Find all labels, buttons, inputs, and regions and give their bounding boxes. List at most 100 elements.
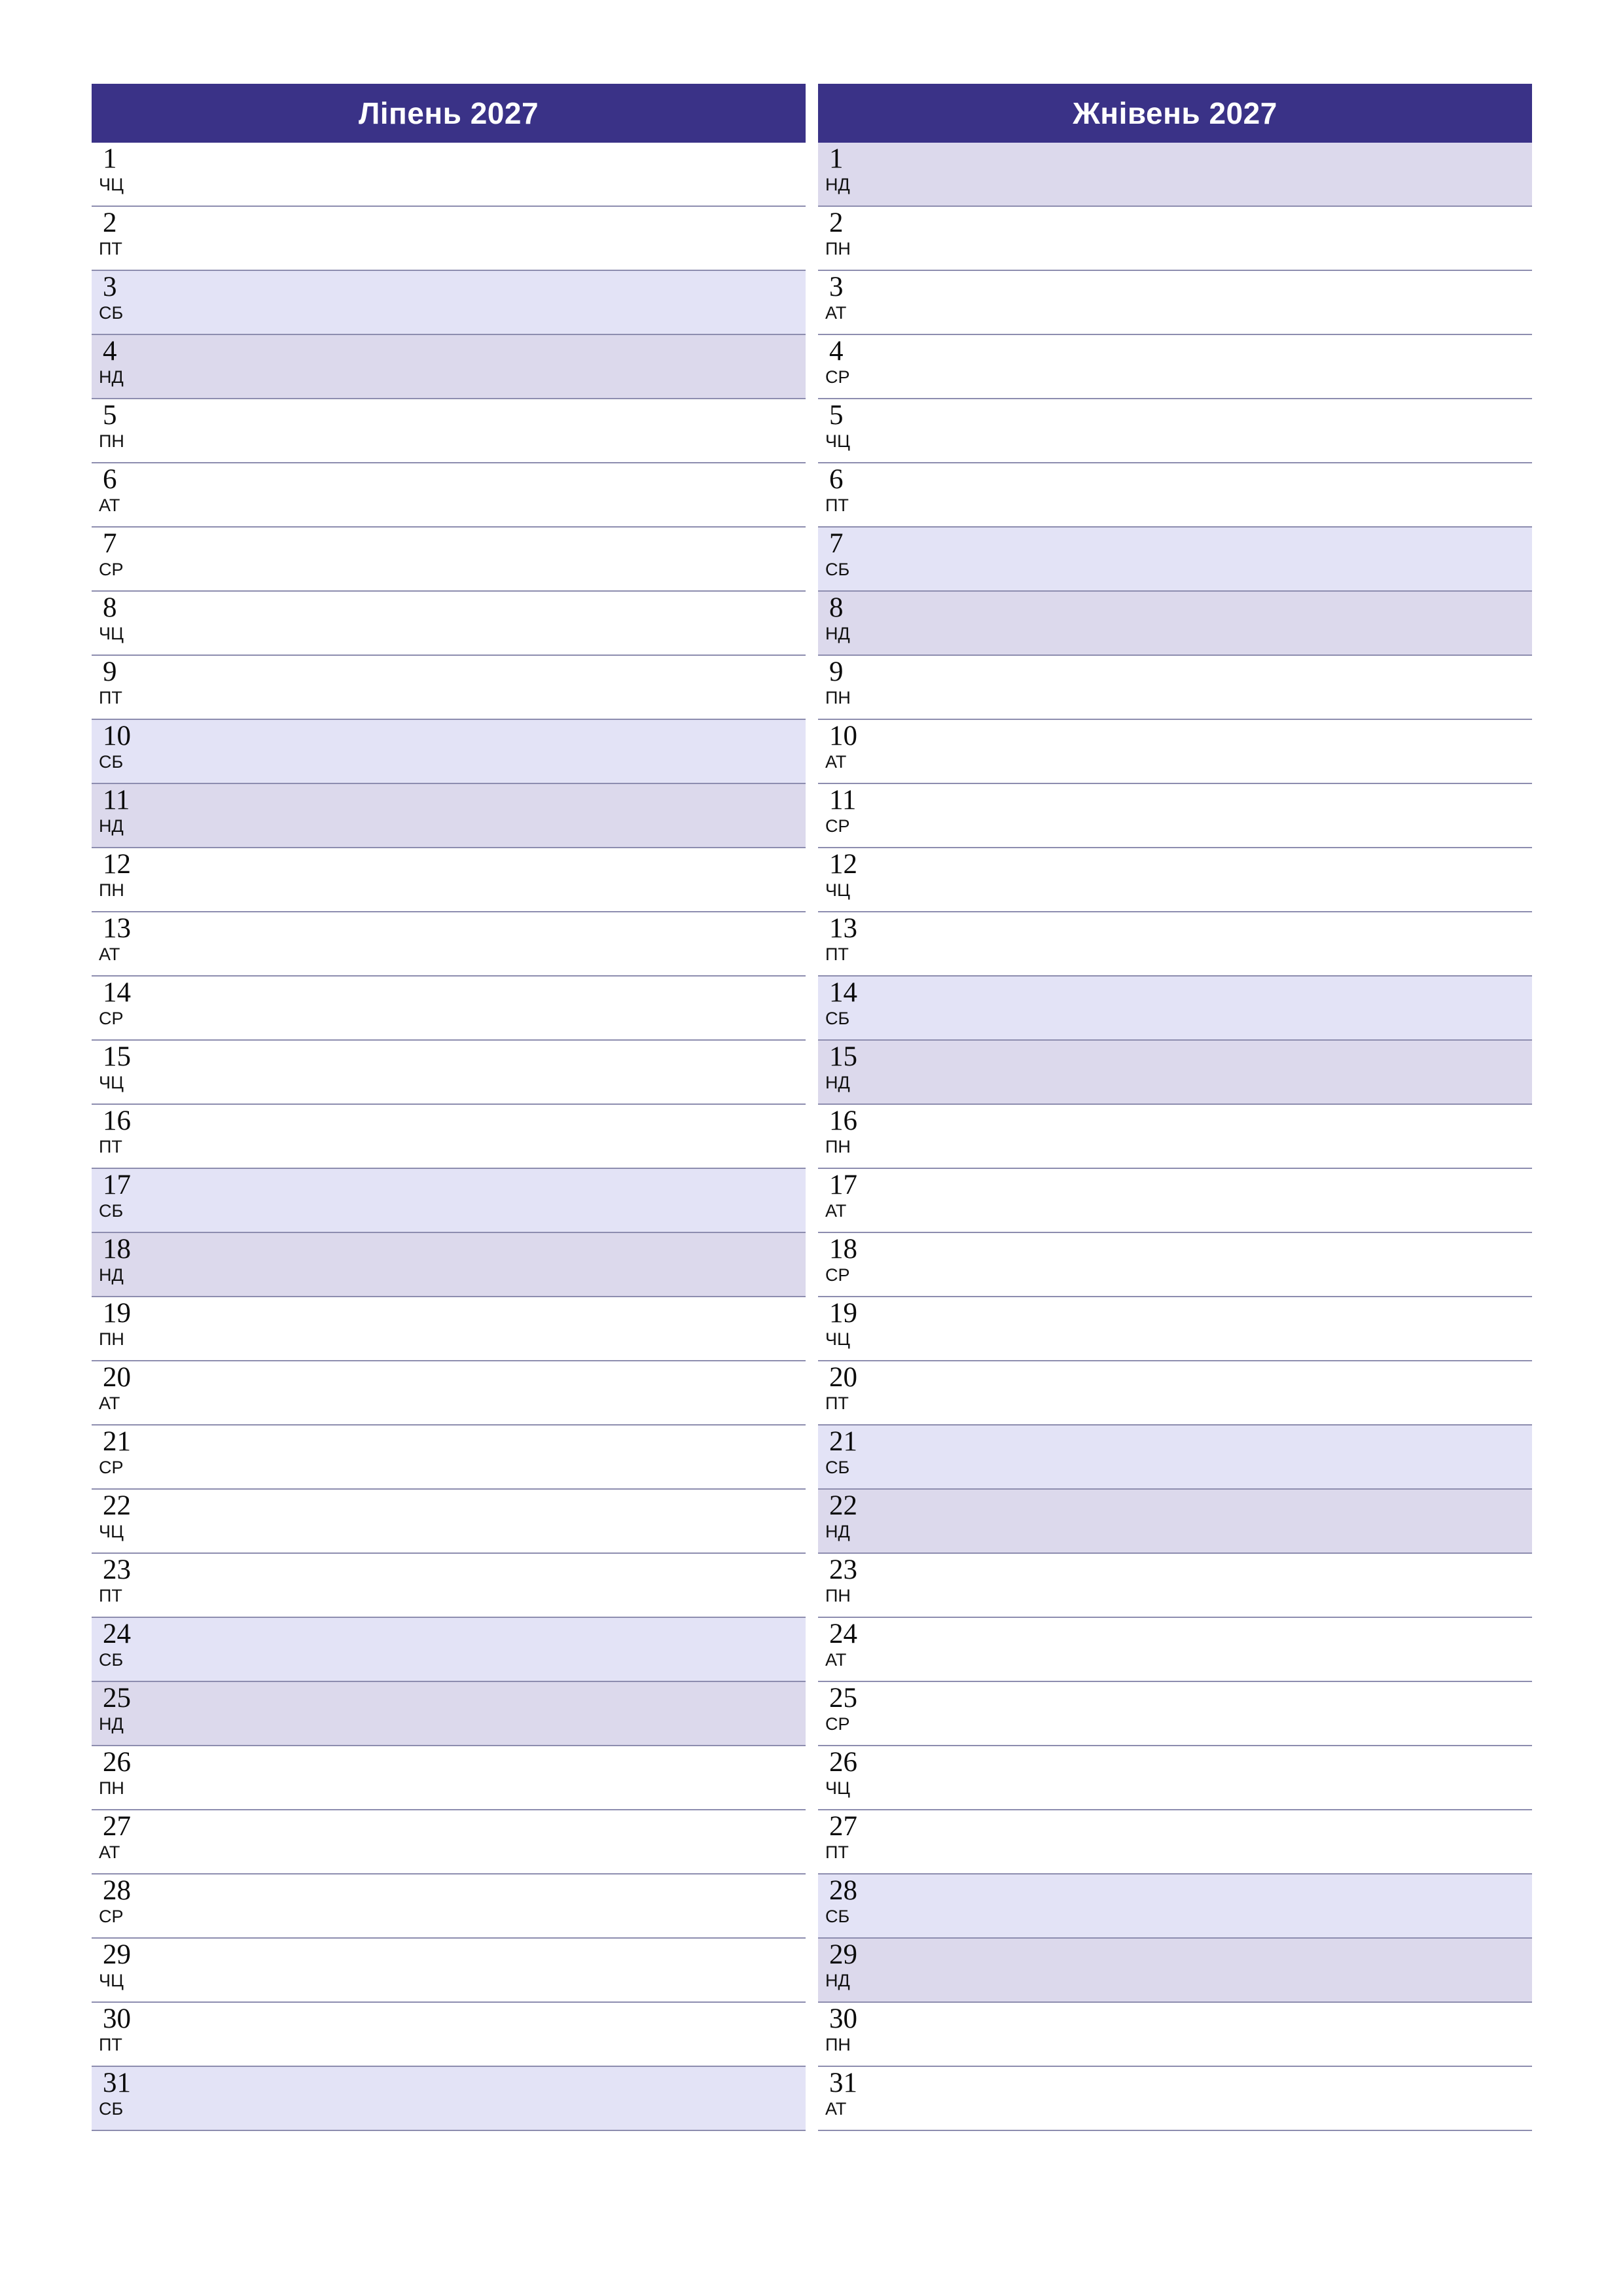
day-row[interactable]: 2 ПТ <box>92 207 806 271</box>
day-row[interactable]: 27 АТ <box>92 1810 806 1874</box>
day-notes-area[interactable] <box>180 335 806 398</box>
day-row[interactable]: 7 СБ <box>818 528 1532 592</box>
day-notes-area[interactable] <box>180 1361 806 1424</box>
day-row[interactable]: 21 СР <box>92 1426 806 1490</box>
day-row[interactable]: 16 ПН <box>818 1105 1532 1169</box>
day-row[interactable]: 9 ПН <box>818 656 1532 720</box>
day-notes-area[interactable] <box>180 207 806 270</box>
day-notes-area[interactable] <box>906 207 1532 270</box>
day-notes-area[interactable] <box>180 1426 806 1488</box>
day-row[interactable]: 22 ЧЦ <box>92 1490 806 1554</box>
day-notes-area[interactable] <box>906 592 1532 655</box>
day-row[interactable]: 11 СР <box>818 784 1532 848</box>
day-notes-area[interactable] <box>180 1233 806 1296</box>
day-notes-area[interactable] <box>906 1041 1532 1103</box>
day-notes-area[interactable] <box>906 977 1532 1039</box>
day-row[interactable]: 5 ПН <box>92 399 806 463</box>
day-notes-area[interactable] <box>906 912 1532 975</box>
day-row[interactable]: 28 СБ <box>818 1874 1532 1939</box>
day-row[interactable]: 23 ПН <box>818 1554 1532 1618</box>
day-notes-area[interactable] <box>906 2003 1532 2066</box>
day-row[interactable]: 18 НД <box>92 1233 806 1297</box>
day-notes-area[interactable] <box>180 1490 806 1552</box>
day-row[interactable]: 7 СР <box>92 528 806 592</box>
day-row[interactable]: 8 ЧЦ <box>92 592 806 656</box>
day-row[interactable]: 28 СР <box>92 1874 806 1939</box>
day-row[interactable]: 12 ЧЦ <box>818 848 1532 912</box>
day-notes-area[interactable] <box>906 463 1532 526</box>
day-notes-area[interactable] <box>906 1682 1532 1745</box>
day-row[interactable]: 19 ЧЦ <box>818 1297 1532 1361</box>
day-notes-area[interactable] <box>180 2003 806 2066</box>
day-row[interactable]: 15 ЧЦ <box>92 1041 806 1105</box>
day-row[interactable]: 6 ПТ <box>818 463 1532 528</box>
day-notes-area[interactable] <box>906 1939 1532 2001</box>
day-row[interactable]: 2 ПН <box>818 207 1532 271</box>
day-row[interactable]: 3 СБ <box>92 271 806 335</box>
day-notes-area[interactable] <box>180 1554 806 1617</box>
day-notes-area[interactable] <box>180 912 806 975</box>
day-row[interactable]: 26 ЧЦ <box>818 1746 1532 1810</box>
day-notes-area[interactable] <box>180 848 806 911</box>
day-row[interactable]: 23 ПТ <box>92 1554 806 1618</box>
day-notes-area[interactable] <box>180 1618 806 1681</box>
day-row[interactable]: 30 ПТ <box>92 2003 806 2067</box>
day-notes-area[interactable] <box>906 1426 1532 1488</box>
day-notes-area[interactable] <box>180 1874 806 1937</box>
day-row[interactable]: 13 ПТ <box>818 912 1532 977</box>
day-row[interactable]: 27 ПТ <box>818 1810 1532 1874</box>
day-notes-area[interactable] <box>906 848 1532 911</box>
day-row[interactable]: 3 АТ <box>818 271 1532 335</box>
day-row[interactable]: 31 АТ <box>818 2067 1532 2131</box>
day-row[interactable]: 18 СР <box>818 1233 1532 1297</box>
day-notes-area[interactable] <box>180 1297 806 1360</box>
day-row[interactable]: 8 НД <box>818 592 1532 656</box>
day-notes-area[interactable] <box>180 1746 806 1809</box>
day-notes-area[interactable] <box>906 143 1532 206</box>
day-notes-area[interactable] <box>180 1939 806 2001</box>
day-notes-area[interactable] <box>180 1169 806 1232</box>
day-row[interactable]: 12 ПН <box>92 848 806 912</box>
day-notes-area[interactable] <box>906 1169 1532 1232</box>
day-notes-area[interactable] <box>906 528 1532 590</box>
day-row[interactable]: 21 СБ <box>818 1426 1532 1490</box>
day-notes-area[interactable] <box>906 335 1532 398</box>
day-notes-area[interactable] <box>906 720 1532 783</box>
day-notes-area[interactable] <box>906 1361 1532 1424</box>
day-notes-area[interactable] <box>906 1746 1532 1809</box>
day-row[interactable]: 17 СБ <box>92 1169 806 1233</box>
day-row[interactable]: 6 АТ <box>92 463 806 528</box>
day-notes-area[interactable] <box>906 784 1532 847</box>
day-row[interactable]: 15 НД <box>818 1041 1532 1105</box>
day-row[interactable]: 20 АТ <box>92 1361 806 1426</box>
day-row[interactable]: 10 АТ <box>818 720 1532 784</box>
day-notes-area[interactable] <box>906 1554 1532 1617</box>
day-notes-area[interactable] <box>906 1490 1532 1552</box>
day-row[interactable]: 14 СР <box>92 977 806 1041</box>
day-notes-area[interactable] <box>180 592 806 655</box>
day-notes-area[interactable] <box>906 1105 1532 1168</box>
day-row[interactable]: 11 НД <box>92 784 806 848</box>
day-notes-area[interactable] <box>906 399 1532 462</box>
day-notes-area[interactable] <box>906 1233 1532 1296</box>
day-row[interactable]: 10 СБ <box>92 720 806 784</box>
day-row[interactable]: 25 НД <box>92 1682 806 1746</box>
day-notes-area[interactable] <box>180 784 806 847</box>
day-row[interactable]: 19 ПН <box>92 1297 806 1361</box>
day-row[interactable]: 1 НД <box>818 143 1532 207</box>
day-notes-area[interactable] <box>906 2067 1532 2130</box>
day-notes-area[interactable] <box>180 399 806 462</box>
day-notes-area[interactable] <box>180 271 806 334</box>
day-row[interactable]: 16 ПТ <box>92 1105 806 1169</box>
day-row[interactable]: 1 ЧЦ <box>92 143 806 207</box>
day-row[interactable]: 26 ПН <box>92 1746 806 1810</box>
day-row[interactable]: 24 СБ <box>92 1618 806 1682</box>
day-notes-area[interactable] <box>180 528 806 590</box>
day-row[interactable]: 17 АТ <box>818 1169 1532 1233</box>
day-row[interactable]: 5 ЧЦ <box>818 399 1532 463</box>
day-notes-area[interactable] <box>180 1041 806 1103</box>
day-notes-area[interactable] <box>180 2067 806 2130</box>
day-row[interactable]: 14 СБ <box>818 977 1532 1041</box>
day-notes-area[interactable] <box>906 656 1532 719</box>
day-row[interactable]: 13 АТ <box>92 912 806 977</box>
